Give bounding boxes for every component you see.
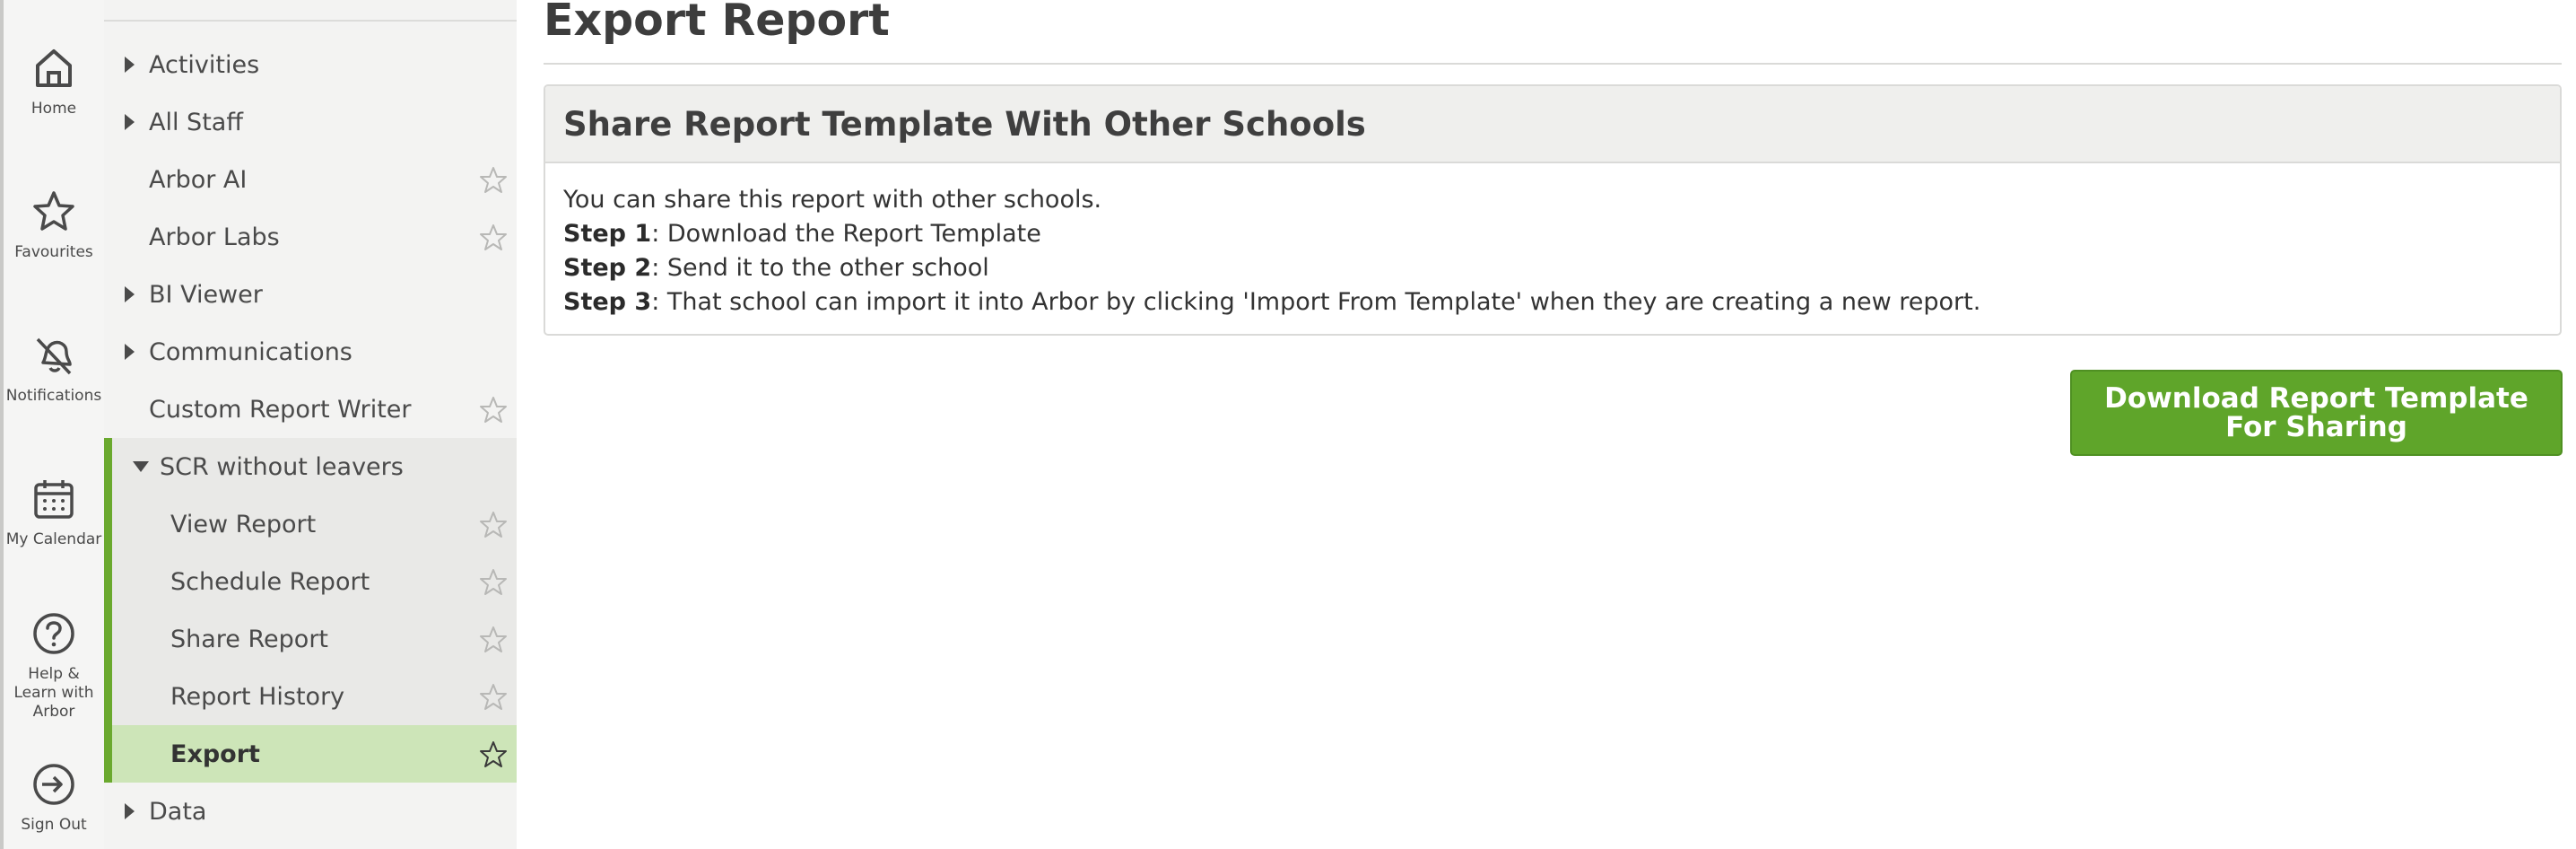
step-text: : Send it to the other school xyxy=(651,254,989,282)
tree-item-scr-without-leavers[interactable]: SCR without leavers xyxy=(104,438,517,495)
divider xyxy=(544,63,2562,65)
step-text: : Download the Report Template xyxy=(651,220,1041,248)
step-label: Step 3 xyxy=(563,288,652,316)
tree-item-label: BI Viewer xyxy=(149,280,263,309)
panel-heading: Share Report Template With Other Schools xyxy=(545,86,2560,163)
active-group-bar xyxy=(104,438,112,783)
rail-calendar[interactable]: My Calendar xyxy=(4,476,104,549)
step-label: Step 1 xyxy=(563,220,652,248)
tree-item-label: Custom Report Writer xyxy=(149,395,412,424)
step-text: : That school can import it into Arbor b… xyxy=(651,288,1981,316)
caret-right-icon xyxy=(125,803,135,819)
favourite-star-icon[interactable] xyxy=(479,511,508,539)
tree-item-custom-report-writer[interactable]: Custom Report Writer xyxy=(104,381,517,438)
rail-favourites[interactable]: Favourites xyxy=(4,188,104,262)
calendar-icon xyxy=(34,480,74,519)
bell-off-icon xyxy=(36,337,72,375)
rail-home[interactable]: Home xyxy=(4,45,104,118)
navigation-tree: Activities All Staff Arbor AI Arbor Labs… xyxy=(104,0,517,849)
rail-home-label: Home xyxy=(30,100,77,118)
tree-item-export[interactable]: Export xyxy=(104,725,517,783)
tree-item-label: Activities xyxy=(149,50,260,79)
tree-item-label: Report History xyxy=(170,682,345,711)
caret-right-icon xyxy=(125,114,135,130)
favourite-star-icon[interactable] xyxy=(479,166,508,195)
tree-item-label: View Report xyxy=(170,510,317,538)
left-rail: Home Favourites Notifications My Calenda… xyxy=(0,0,104,849)
favourite-star-icon[interactable] xyxy=(479,568,508,597)
favourite-star-icon[interactable] xyxy=(479,740,508,769)
favourite-star-icon[interactable] xyxy=(479,396,508,424)
tree-item-label: SCR without leavers xyxy=(160,452,404,481)
step-label: Step 2 xyxy=(563,254,652,282)
tree-item-label: Export xyxy=(170,740,260,768)
main-content: Export Report Share Report Template With… xyxy=(517,0,2576,849)
tree-item-label: Arbor AI xyxy=(149,165,248,194)
rail-help-label: Help & Learn with Arbor xyxy=(13,665,94,721)
tree-item-data[interactable]: Data xyxy=(104,783,517,840)
tree-item-label: All Staff xyxy=(149,108,243,136)
tree-item-all-staff[interactable]: All Staff xyxy=(104,93,517,151)
caret-right-icon xyxy=(125,344,135,360)
divider xyxy=(104,20,517,22)
tree-item-label: Data xyxy=(149,797,207,826)
tree-item-share-report[interactable]: Share Report xyxy=(104,610,517,668)
step-line: Step 3: That school can import it into A… xyxy=(563,285,2542,319)
caret-down-icon xyxy=(133,461,149,472)
tree-item-view-report[interactable]: View Report xyxy=(104,495,517,553)
tree-item-report-history[interactable]: Report History xyxy=(104,668,517,725)
tree-item-bi-viewer[interactable]: BI Viewer xyxy=(104,266,517,323)
rail-help[interactable]: Help & Learn with Arbor xyxy=(4,610,104,722)
panel-intro: You can share this report with other sch… xyxy=(563,186,1102,214)
tree-item-arbor-ai[interactable]: Arbor AI xyxy=(104,151,517,208)
tree-item-label: Arbor Labs xyxy=(149,223,280,251)
rail-notifications[interactable]: Notifications xyxy=(4,332,104,406)
tree-item-communications[interactable]: Communications xyxy=(104,323,517,381)
rail-notifications-label: Notifications xyxy=(5,387,102,405)
panel-body: You can share this report with other sch… xyxy=(545,163,2560,319)
sign-out-icon xyxy=(33,764,74,805)
step-line: Step 1: Download the Report Template xyxy=(563,217,2542,251)
rail-favourites-label: Favourites xyxy=(14,243,93,261)
rail-sign-out[interactable]: Sign Out xyxy=(4,761,104,835)
tree-item-arbor-labs[interactable]: Arbor Labs xyxy=(104,208,517,266)
rail-sign-out-label: Sign Out xyxy=(21,816,87,834)
tree-item-activities[interactable]: Activities xyxy=(104,36,517,93)
page-title: Export Report xyxy=(544,0,890,46)
favourite-star-icon[interactable] xyxy=(479,223,508,252)
caret-right-icon xyxy=(125,57,135,73)
favourite-star-icon[interactable] xyxy=(479,683,508,712)
tree-item-label: Communications xyxy=(149,337,352,366)
step-line: Step 2: Send it to the other school xyxy=(563,251,2542,285)
download-template-button[interactable]: Download Report Template For Sharing xyxy=(2070,370,2563,456)
tree-item-label: Share Report xyxy=(170,625,329,653)
share-template-panel: Share Report Template With Other Schools… xyxy=(544,84,2562,336)
rail-calendar-label: My Calendar xyxy=(5,530,102,548)
star-icon xyxy=(33,191,74,231)
favourite-star-icon[interactable] xyxy=(479,626,508,654)
tree-item-label: Schedule Report xyxy=(170,567,370,596)
caret-right-icon xyxy=(125,286,135,302)
tree-item-schedule-report[interactable]: Schedule Report xyxy=(104,553,517,610)
help-circle-icon xyxy=(33,613,74,654)
home-icon xyxy=(36,49,72,87)
